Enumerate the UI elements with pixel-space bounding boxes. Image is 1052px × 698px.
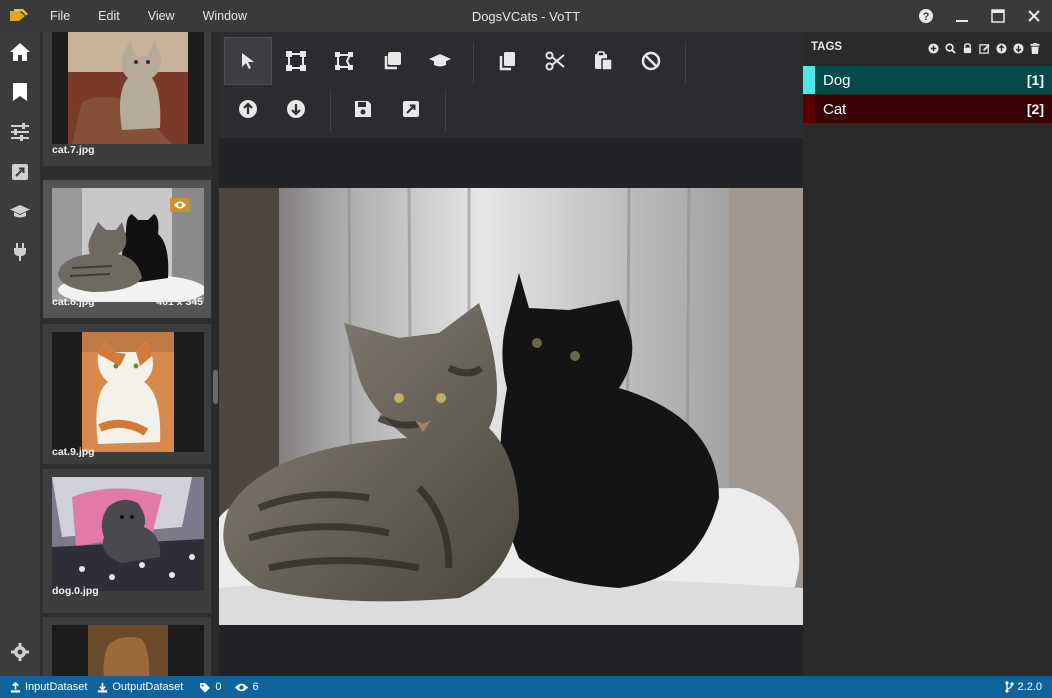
visited-count: 6 [235, 681, 259, 693]
add-tag-icon[interactable] [928, 41, 939, 59]
tag-name: Cat [823, 100, 847, 118]
tag-color-swatch[interactable] [803, 95, 815, 123]
tag-name: Dog [823, 71, 851, 89]
app-version: 2.2.0 [1004, 676, 1042, 698]
previous-asset-icon[interactable] [224, 85, 272, 133]
search-tags-icon[interactable] [945, 41, 956, 59]
delete-tag-trash-icon[interactable] [1030, 41, 1040, 59]
thumbnail-dog-0[interactable]: dog.0.jpg [43, 469, 211, 613]
tag-item-dog[interactable]: Dog [1] [803, 66, 1052, 94]
title-bar: File Edit View Window DogsVCats - VoTT ? [0, 0, 1052, 32]
thumbnail-image [52, 332, 204, 452]
tagged-count-value: 0 [215, 681, 222, 693]
thumbnail-image [52, 477, 204, 591]
thumbnail-cat-9[interactable]: cat.9.jpg [43, 324, 211, 464]
asset-thumbnail-list: cat.7.jpg cat.8.jpg 461 x 345 cat.9.jpg … [40, 32, 212, 676]
next-asset-icon[interactable] [272, 85, 320, 133]
download-icon [98, 682, 108, 693]
clear-regions-ban-icon[interactable] [627, 37, 675, 85]
thumbnail-name: cat.9.jpg [52, 446, 95, 458]
copy-regions-icon[interactable] [483, 37, 531, 85]
edit-tag-icon[interactable] [979, 41, 990, 59]
bookmark-icon[interactable] [0, 72, 40, 112]
thumbnail-name: cat.8.jpg [52, 296, 95, 308]
tag-hotkey: [1] [1026, 72, 1044, 88]
branch-icon [1004, 681, 1014, 693]
thumbnail-cat-8[interactable]: cat.8.jpg 461 x 345 [43, 180, 211, 318]
status-bar: InputDataset OutputDataset 0 6 2.2.0 [0, 676, 1052, 698]
export-project-icon[interactable] [387, 85, 435, 133]
version-label: 2.2.0 [1017, 681, 1042, 693]
editor-toolbar [219, 32, 803, 138]
thumbnail-cat-7[interactable]: cat.7.jpg [43, 32, 211, 166]
input-connection[interactable]: InputDataset [10, 681, 87, 693]
move-tag-down-icon[interactable] [1013, 41, 1024, 59]
cut-scissors-icon[interactable] [531, 37, 579, 85]
sliders-icon[interactable] [0, 112, 40, 152]
output-connection-label: OutputDataset [112, 681, 184, 693]
visited-count-value: 6 [252, 681, 259, 693]
thumbnail-next[interactable] [43, 617, 211, 676]
upload-icon [10, 681, 21, 693]
save-project-icon[interactable] [339, 85, 387, 133]
settings-gear-icon[interactable] [0, 632, 40, 672]
tag-hotkey: [2] [1026, 101, 1044, 117]
minimize-icon[interactable] [944, 0, 980, 32]
maximize-icon[interactable] [980, 0, 1016, 32]
menu-file[interactable]: File [36, 0, 84, 32]
svg-text:?: ? [923, 11, 930, 23]
thumbnail-name: dog.0.jpg [52, 585, 99, 597]
thumbnail-image [52, 32, 204, 144]
tagged-count: 0 [199, 681, 221, 693]
thumbnail-dimensions: 461 x 345 [156, 296, 203, 308]
active-learning-cap-icon[interactable] [416, 37, 464, 85]
copy-rectangle-icon[interactable] [368, 37, 416, 85]
scrollbar-thumb[interactable] [213, 370, 218, 404]
menu-edit[interactable]: Edit [84, 0, 134, 32]
plug-icon[interactable] [0, 232, 40, 272]
tag-icon [200, 682, 211, 692]
visited-eye-icon [170, 198, 190, 212]
left-nav [0, 32, 40, 676]
select-pointer-icon[interactable] [224, 37, 272, 85]
thumbnail-image [52, 625, 204, 676]
menu-view[interactable]: View [134, 0, 189, 32]
tags-panel: TAGS Dog [1] Cat [2] [803, 32, 1052, 676]
thumbnail-image [52, 188, 204, 302]
move-tag-up-icon[interactable] [996, 41, 1007, 59]
paste-clipboard-icon[interactable] [579, 37, 627, 85]
help-icon[interactable]: ? [908, 0, 944, 32]
home-icon[interactable] [0, 32, 40, 72]
menu-window[interactable]: Window [189, 0, 261, 32]
close-icon[interactable] [1016, 0, 1052, 32]
eye-icon [235, 683, 249, 691]
output-connection[interactable]: OutputDataset [97, 681, 183, 693]
input-connection-label: InputDataset [25, 681, 88, 693]
graduation-cap-icon[interactable] [0, 192, 40, 232]
draw-rectangle-icon[interactable] [272, 37, 320, 85]
asset-image[interactable] [219, 188, 803, 625]
draw-polygon-icon[interactable] [320, 37, 368, 85]
tag-item-cat[interactable]: Cat [2] [803, 95, 1052, 123]
tag-color-swatch[interactable] [803, 66, 815, 94]
editor-canvas[interactable] [219, 138, 803, 676]
export-icon[interactable] [0, 152, 40, 192]
lock-tags-icon[interactable] [962, 41, 973, 59]
vott-logo-icon [0, 0, 36, 32]
thumbnail-name: cat.7.jpg [52, 144, 95, 156]
thumbnail-scrollbar[interactable] [212, 32, 219, 676]
